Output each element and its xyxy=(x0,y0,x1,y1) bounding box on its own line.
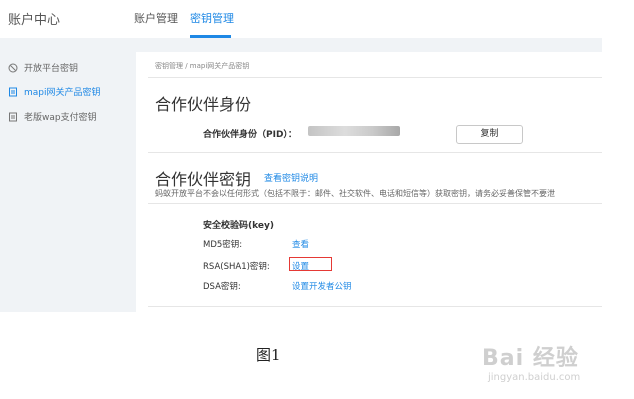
watermark-url: jingyan.baidu.com xyxy=(488,372,581,383)
rsa-highlight-box xyxy=(289,257,332,271)
dsa-set-public-key-link[interactable]: 设置开发者公钥 xyxy=(292,280,352,292)
dsa-key-label: DSA密钥: xyxy=(203,282,241,292)
sidebar-item-label: mapi网关产品密钥 xyxy=(24,88,101,98)
view-key-description-link[interactable]: 查看密钥说明 xyxy=(264,171,318,184)
pid-value-redacted xyxy=(308,126,400,136)
doc-icon xyxy=(8,87,18,97)
security-notice: 蚂蚁开放平台不会以任何形式（包括不限于：邮件、社交软件、电话和短信等）获取密钥，… xyxy=(155,189,555,198)
key-section-title: 安全校验码(key) xyxy=(203,221,274,231)
sidebar-item-open-platform-key[interactable]: 开放平台密钥 xyxy=(8,61,78,74)
md5-view-link[interactable]: 查看 xyxy=(292,238,309,250)
divider xyxy=(148,77,602,78)
partner-identity-heading: 合作伙伴身份 xyxy=(155,95,252,114)
pid-label: 合作伙伴身份（PID）： xyxy=(203,130,297,140)
sidebar: 开放平台密钥 mapi网关产品密钥 老版wap支付密钥 xyxy=(0,52,136,312)
baidu-jingyan-watermark: Bai 经验 jingyan.baidu.com xyxy=(482,340,580,383)
watermark-logo: Bai 经验 xyxy=(482,346,579,371)
doc-icon xyxy=(8,112,18,122)
breadcrumb: 密钥管理 / mapi网关产品密钥 xyxy=(155,62,250,70)
top-bar: 账户中心 账户管理 密钥管理 xyxy=(0,0,602,38)
tab-account-management[interactable]: 账户管理 xyxy=(134,10,178,26)
sidebar-item-legacy-wap-key[interactable]: 老版wap支付密钥 xyxy=(8,110,97,123)
rsa-key-label: RSA(SHA1)密钥: xyxy=(203,262,270,272)
power-icon xyxy=(8,63,18,73)
md5-key-label: MD5密钥: xyxy=(203,240,243,250)
sidebar-item-mapi-key[interactable]: mapi网关产品密钥 xyxy=(8,85,101,98)
divider xyxy=(148,203,602,204)
divider xyxy=(148,306,602,307)
partner-key-heading: 合作伙伴密钥 xyxy=(155,170,252,189)
divider xyxy=(148,152,602,153)
figure-caption: 图1 xyxy=(256,346,281,364)
sidebar-item-label: 老版wap支付密钥 xyxy=(24,113,97,123)
copy-button[interactable]: 复制 xyxy=(456,125,523,144)
sidebar-item-label: 开放平台密钥 xyxy=(24,64,79,74)
header-divider-band xyxy=(0,38,602,52)
app-title: 账户中心 xyxy=(8,13,61,28)
tab-key-management[interactable]: 密钥管理 xyxy=(190,10,234,26)
